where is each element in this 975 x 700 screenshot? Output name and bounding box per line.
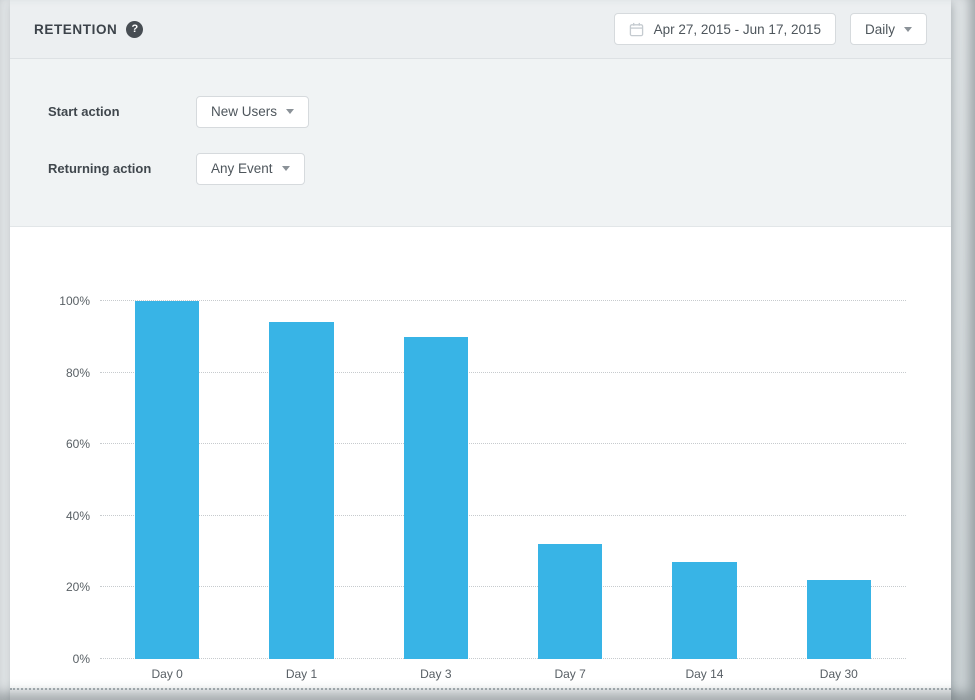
bar-day-14[interactable] <box>672 562 736 659</box>
returning-action-dropdown[interactable]: Any Event <box>196 153 305 185</box>
chevron-down-icon <box>282 166 290 171</box>
y-axis-label: 0% <box>38 652 90 666</box>
bar-slot <box>772 301 906 659</box>
plot-area: 0%20%40%60%80%100% <box>100 301 906 659</box>
bar-slot <box>503 301 637 659</box>
y-axis-label: 40% <box>38 509 90 523</box>
bar-slot <box>369 301 503 659</box>
x-axis-label: Day 30 <box>772 667 906 681</box>
y-axis-label: 100% <box>38 294 90 308</box>
granularity-label: Daily <box>865 22 895 37</box>
start-action-label: Start action <box>48 104 196 119</box>
y-axis-label: 20% <box>38 580 90 594</box>
start-action-row: Start action New Users <box>48 95 951 128</box>
date-range-label: Apr 27, 2015 - Jun 17, 2015 <box>654 22 821 37</box>
chevron-down-icon <box>904 27 912 32</box>
x-axis-label: Day 7 <box>503 667 637 681</box>
bar-day-7[interactable] <box>538 544 602 659</box>
x-axis-label: Day 14 <box>637 667 771 681</box>
returning-action-label: Returning action <box>48 161 196 176</box>
y-axis-label: 60% <box>38 437 90 451</box>
page-title: RETENTION <box>34 22 117 37</box>
returning-action-value: Any Event <box>211 161 273 176</box>
x-axis-label: Day 1 <box>234 667 368 681</box>
start-action-dropdown[interactable]: New Users <box>196 96 309 128</box>
filters-section: Start action New Users Returning action … <box>10 59 951 227</box>
returning-action-row: Returning action Any Event <box>48 152 951 185</box>
chevron-down-icon <box>286 109 294 114</box>
date-range-button[interactable]: Apr 27, 2015 - Jun 17, 2015 <box>614 13 836 45</box>
help-icon[interactable]: ? <box>126 21 143 38</box>
granularity-button[interactable]: Daily <box>850 13 927 45</box>
next-section-edge <box>10 688 951 700</box>
x-axis-label: Day 3 <box>369 667 503 681</box>
y-axis-label: 80% <box>38 366 90 380</box>
x-axis: Day 0Day 1Day 3Day 7Day 14Day 30 <box>100 667 906 681</box>
bar-day-0[interactable] <box>135 301 199 659</box>
retention-chart: 0%20%40%60%80%100% Day 0Day 1Day 3Day 7D… <box>10 227 951 688</box>
bars <box>100 301 906 659</box>
calendar-icon <box>629 22 644 37</box>
header-controls: Apr 27, 2015 - Jun 17, 2015 Daily <box>614 13 927 45</box>
bar-day-1[interactable] <box>269 322 333 659</box>
bar-slot <box>234 301 368 659</box>
panel-header: RETENTION ? Apr 27, 2015 - Jun 17, 2015 … <box>10 0 951 59</box>
x-axis-label: Day 0 <box>100 667 234 681</box>
bar-slot <box>637 301 771 659</box>
start-action-value: New Users <box>211 104 277 119</box>
title-wrap: RETENTION ? <box>34 21 143 38</box>
bar-slot <box>100 301 234 659</box>
retention-panel: RETENTION ? Apr 27, 2015 - Jun 17, 2015 … <box>10 0 951 700</box>
bar-day-3[interactable] <box>404 337 468 659</box>
bar-day-30[interactable] <box>807 580 871 659</box>
